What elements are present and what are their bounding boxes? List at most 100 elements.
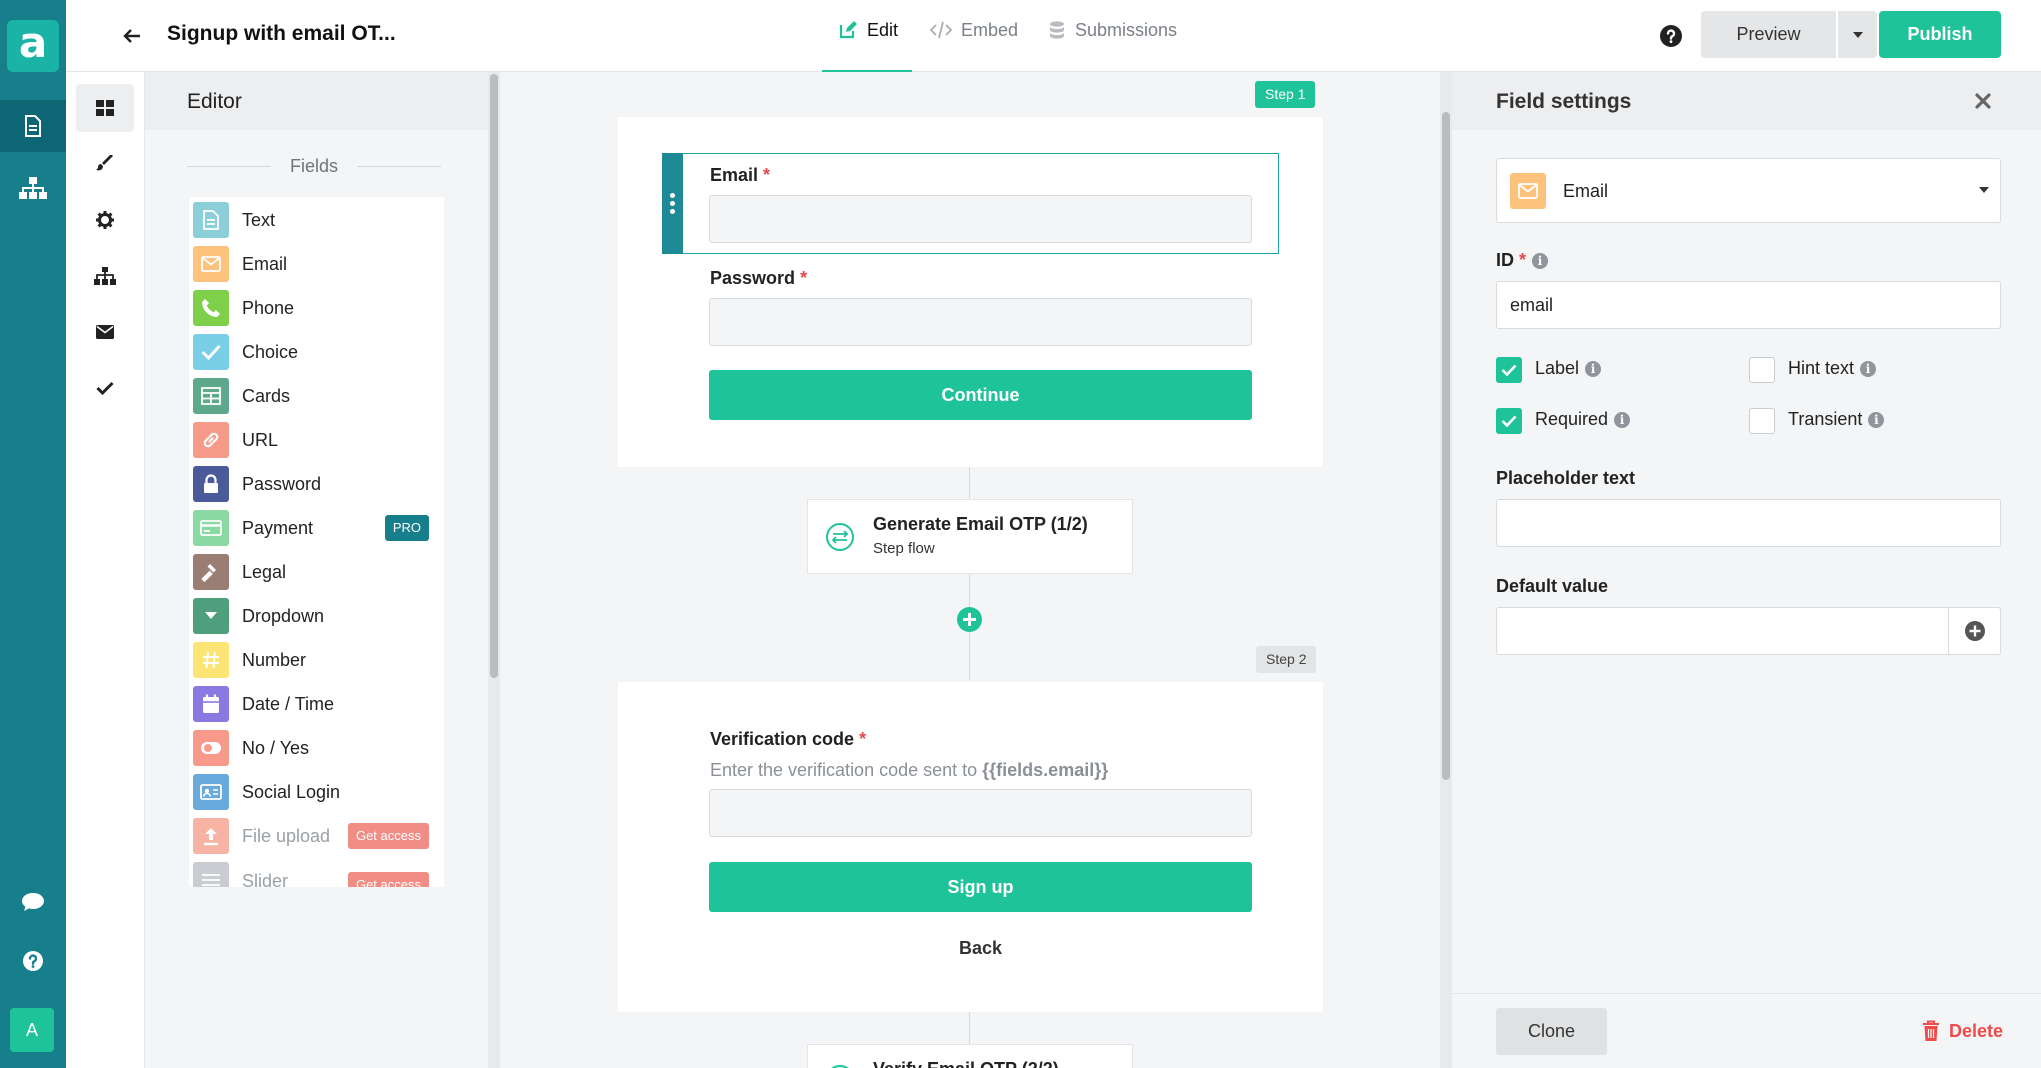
field-item-email[interactable]: Email xyxy=(189,241,444,287)
edit-icon xyxy=(839,21,857,39)
email-icon xyxy=(1510,173,1546,209)
field-item-dropdown[interactable]: Dropdown xyxy=(189,593,444,639)
label-checkbox[interactable] xyxy=(1496,357,1522,383)
placeholder-text-label: Placeholder text xyxy=(1496,468,1636,488)
info-icon[interactable]: i xyxy=(1860,361,1877,377)
nav-design-button[interactable] xyxy=(76,140,134,188)
tab-edit[interactable]: Edit xyxy=(822,20,913,72)
brush-icon xyxy=(96,155,113,171)
field-item-legal[interactable]: Legal xyxy=(189,549,444,595)
help-circle-icon xyxy=(23,951,43,971)
field-item-date-time[interactable]: Date / Time xyxy=(189,681,444,727)
delete-button[interactable]: Delete xyxy=(1922,1020,2003,1042)
close-settings-button[interactable] xyxy=(1972,90,1994,112)
field-item-phone[interactable]: Phone xyxy=(189,285,444,331)
field-item-no-yes[interactable]: No / Yes xyxy=(189,725,444,771)
clone-button[interactable]: Clone xyxy=(1496,1008,1607,1055)
step-2-tag: Step 2 xyxy=(1256,646,1317,673)
field-item-choice[interactable]: Choice xyxy=(189,329,444,375)
flow-card-title: Generate Email OTP (1/2) xyxy=(873,514,1088,534)
user-avatar[interactable]: A xyxy=(10,1008,54,1052)
calendar-icon xyxy=(193,686,229,722)
editor-panel-title: Editor xyxy=(187,90,242,113)
check-icon xyxy=(1501,415,1517,427)
fields-panel-scrollbar[interactable] xyxy=(488,72,500,1068)
field-item-social-login[interactable]: Social Login xyxy=(189,769,444,815)
email-input[interactable] xyxy=(709,195,1252,243)
nav-email-button[interactable] xyxy=(76,308,134,356)
field-item-slider[interactable]: Slider Get access xyxy=(189,857,444,887)
flow-card-generate-otp[interactable]: Generate Email OTP (1/2) Step flow xyxy=(807,499,1133,574)
nav-fields-button[interactable] xyxy=(76,84,134,132)
verification-code-input[interactable] xyxy=(709,789,1252,837)
check-icon xyxy=(96,381,114,395)
preview-options-button[interactable] xyxy=(1838,11,1877,58)
rail-help-button[interactable] xyxy=(0,935,66,987)
label-option-label: Label i xyxy=(1535,358,1602,379)
tab-embed[interactable]: Embed xyxy=(930,20,1018,72)
default-value-input[interactable] xyxy=(1496,607,1949,655)
canvas-scrollbar[interactable] xyxy=(1440,72,1452,1068)
hash-icon xyxy=(193,642,229,678)
field-item-text[interactable]: Text xyxy=(189,197,444,243)
field-item-label: Payment xyxy=(242,517,314,538)
field-item-number[interactable]: Number xyxy=(189,637,444,683)
default-value-label: Default value xyxy=(1496,576,1609,596)
back-button[interactable] xyxy=(118,22,146,50)
tab-submissions-label: Submissions xyxy=(1075,20,1178,40)
drag-handle[interactable] xyxy=(662,153,683,254)
link-icon xyxy=(193,422,229,458)
app-logo[interactable]: a xyxy=(7,20,59,72)
scrollbar-thumb[interactable] xyxy=(490,74,498,678)
add-step-button[interactable] xyxy=(957,607,982,632)
hint-text-checkbox[interactable] xyxy=(1749,357,1775,383)
add-default-value-button[interactable] xyxy=(1949,607,2001,655)
nav-logic-button[interactable] xyxy=(76,252,134,300)
tab-submissions[interactable]: Submissions xyxy=(1048,20,1177,72)
field-item-label: Choice xyxy=(242,341,299,362)
signup-button[interactable]: Sign up xyxy=(709,862,1252,912)
field-item-file-upload[interactable]: File upload Get access xyxy=(189,813,444,859)
preview-button[interactable]: Preview xyxy=(1701,11,1836,58)
rail-chat-button[interactable] xyxy=(0,876,66,928)
help-button[interactable] xyxy=(1659,24,1683,48)
form-title[interactable]: Signup with email OT... xyxy=(167,22,396,46)
required-checkbox[interactable] xyxy=(1496,408,1522,434)
info-icon[interactable]: i xyxy=(1585,361,1602,377)
hint-text-option-label: Hint text i xyxy=(1788,358,1877,379)
password-input[interactable] xyxy=(709,298,1252,346)
check-icon xyxy=(1501,364,1517,376)
rail-forms-button[interactable] xyxy=(0,100,66,152)
field-item-cards[interactable]: Cards xyxy=(189,373,444,419)
document-icon xyxy=(25,115,41,137)
scrollbar-thumb[interactable] xyxy=(1442,112,1450,780)
placeholder-text-input[interactable] xyxy=(1496,499,2001,547)
info-icon[interactable]: i xyxy=(1614,412,1631,428)
field-type-select[interactable]: Email xyxy=(1496,158,2001,223)
nav-settings-button[interactable] xyxy=(76,196,134,244)
gavel-icon xyxy=(193,554,229,590)
field-item-password[interactable]: Password xyxy=(189,461,444,507)
continue-button[interactable]: Continue xyxy=(709,370,1252,420)
info-icon[interactable]: i xyxy=(1868,412,1885,428)
flow-card-verify-otp[interactable]: Verify Email OTP (2/2) xyxy=(807,1044,1133,1068)
publish-button[interactable]: Publish xyxy=(1879,11,2001,58)
flow-icon xyxy=(831,1065,849,1068)
id-card-icon xyxy=(193,774,229,810)
info-icon[interactable]: i xyxy=(1532,253,1549,269)
flow-connector xyxy=(969,467,970,499)
nav-complete-button[interactable] xyxy=(76,364,134,412)
get-access-badge[interactable]: Get access xyxy=(347,872,429,887)
transient-checkbox[interactable] xyxy=(1749,408,1775,434)
password-field-label: Password * xyxy=(710,268,808,288)
rail-workflows-button[interactable] xyxy=(0,162,66,214)
field-item-payment[interactable]: Payment PRO xyxy=(189,505,444,551)
get-access-badge[interactable]: Get access xyxy=(347,823,429,849)
field-item-url[interactable]: URL xyxy=(189,417,444,463)
verification-code-label: Verification code * xyxy=(710,729,867,749)
back-link[interactable]: Back xyxy=(709,938,1252,959)
field-item-label: No / Yes xyxy=(242,737,310,758)
top-bar: Signup with email OT... Edit Embed Submi… xyxy=(66,0,2041,72)
id-input[interactable]: email xyxy=(1496,281,2001,329)
field-settings-title: Field settings xyxy=(1496,90,1632,113)
